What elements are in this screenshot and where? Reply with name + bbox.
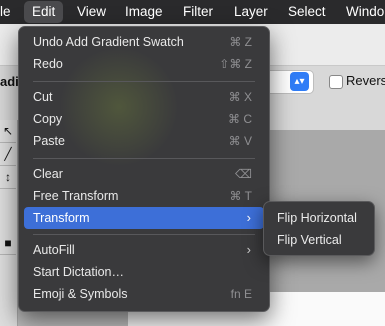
edit-menu: Undo Add Gradient Swatch ⌘ Z Redo ⇧⌘ Z C… xyxy=(18,26,270,312)
menu-separator xyxy=(33,81,255,82)
menu-item-emoji-symbols[interactable]: Emoji & Symbols fn E xyxy=(24,283,264,305)
resize-tool-icon[interactable]: ↕ xyxy=(0,166,16,189)
menu-separator xyxy=(33,234,255,235)
menu-item-flip-vertical[interactable]: Flip Vertical xyxy=(277,230,342,250)
shortcut-label: ⌘ C xyxy=(228,112,252,126)
menu-item-start-dictation[interactable]: Start Dictation… xyxy=(24,261,264,283)
shortcut-label: ⌘ T xyxy=(229,189,252,203)
line-tool-icon[interactable]: ╱ xyxy=(0,143,16,166)
menu-item-label: Copy xyxy=(33,112,63,126)
select-stepper-icon[interactable]: ▴▾ xyxy=(290,72,309,91)
menu-item-transform[interactable]: Transform › xyxy=(24,207,264,229)
chevron-right-icon: › xyxy=(246,210,251,225)
menu-item-cut[interactable]: Cut ⌘ X xyxy=(24,86,264,108)
menu-item-label: Cut xyxy=(33,90,53,104)
menu-image[interactable]: Image xyxy=(125,0,163,24)
menu-item-paste[interactable]: Paste ⌘ V xyxy=(24,130,264,152)
menu-item-copy[interactable]: Copy ⌘ C xyxy=(24,108,264,130)
reverse-checkbox-label: Revers xyxy=(346,73,385,88)
shortcut-label: ⌘ X xyxy=(228,90,252,104)
reverse-checkbox[interactable] xyxy=(329,75,343,89)
shortcut-label: ⇧⌘ Z xyxy=(219,57,252,71)
transform-submenu: Flip Horizontal Flip Vertical xyxy=(263,201,375,256)
shortcut-label: ⌘ Z xyxy=(229,35,252,49)
menu-item-free-transform[interactable]: Free Transform ⌘ T xyxy=(24,185,264,207)
menu-edit[interactable]: Edit xyxy=(23,0,64,24)
menu-item-label: AutoFill xyxy=(33,243,75,257)
delete-key-icon: ⌫ xyxy=(235,167,252,181)
menu-view[interactable]: View xyxy=(77,0,106,24)
menu-window[interactable]: Windo xyxy=(346,0,384,24)
menu-file[interactable]: le xyxy=(0,0,11,24)
menu-layer[interactable]: Layer xyxy=(234,0,268,24)
menu-item-label: Redo xyxy=(33,57,63,71)
menu-separator xyxy=(33,158,255,159)
menu-item-label: Free Transform xyxy=(33,189,119,203)
menu-item-redo[interactable]: Redo ⇧⌘ Z xyxy=(24,53,264,75)
menu-bar: le Edit View Image Filter Layer Select W… xyxy=(0,0,385,24)
menu-item-label: Transform xyxy=(33,211,90,225)
menu-item-label: Undo Add Gradient Swatch xyxy=(33,35,184,49)
menu-item-label: Emoji & Symbols xyxy=(33,287,128,301)
menu-item-label: Paste xyxy=(33,134,65,148)
menu-item-label: Clear xyxy=(33,167,63,181)
chevron-right-icon: › xyxy=(246,242,251,257)
move-tool-icon[interactable]: ↖ xyxy=(0,120,16,143)
menu-filter[interactable]: Filter xyxy=(183,0,213,24)
menu-item-undo[interactable]: Undo Add Gradient Swatch ⌘ Z xyxy=(24,31,264,53)
shortcut-label: ⌘ V xyxy=(228,134,252,148)
menu-item-label: Start Dictation… xyxy=(33,265,125,279)
menu-item-clear[interactable]: Clear ⌫ xyxy=(24,163,264,185)
shortcut-label: fn E xyxy=(230,287,252,301)
menu-select[interactable]: Select xyxy=(288,0,326,24)
tools-panel: ↖ ╱ ↕ ■ xyxy=(0,120,18,326)
menu-item-autofill[interactable]: AutoFill › xyxy=(24,239,264,261)
menu-item-flip-horizontal[interactable]: Flip Horizontal xyxy=(277,208,357,228)
fill-tool-icon[interactable]: ■ xyxy=(0,232,16,255)
